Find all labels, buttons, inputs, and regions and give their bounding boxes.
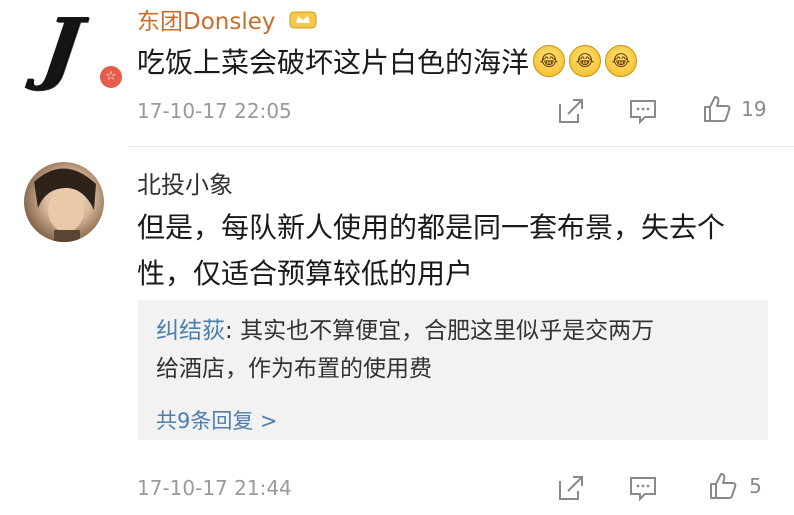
reply-line: 纠结荻: 其实也不算便宜，合肥这里似乎是交两万 [156, 312, 654, 350]
avatar[interactable]: J ☆ [14, 2, 124, 96]
share-button[interactable] [556, 96, 586, 130]
share-icon [559, 476, 583, 500]
share-icon [559, 99, 583, 123]
avatar[interactable] [24, 162, 104, 242]
like-count: 5 [749, 474, 762, 498]
share-button[interactable] [556, 473, 586, 507]
username-text: 东团Donsley [137, 9, 276, 35]
reply-author[interactable]: 纠结荻 [156, 318, 225, 344]
comment-body: 但是，每队新人使用的都是同一套布景，失去个 性，仅适合预算较低的用户 [137, 205, 725, 297]
crown-icon [289, 10, 317, 36]
thumbs-up-icon [704, 96, 731, 122]
username[interactable]: 东团Donsley [137, 2, 317, 36]
comment-icon [630, 100, 656, 125]
like-count: 19 [741, 97, 767, 121]
avatar-letter: J [36, 2, 86, 93]
like-button[interactable]: 5 [708, 471, 762, 501]
reply-preview[interactable]: 纠结荻: 其实也不算便宜，合肥这里似乎是交两万 给酒店，作为布置的使用费 共9条… [138, 300, 768, 440]
comment-text-line: 但是，每队新人使用的都是同一套布景，失去个 [137, 211, 726, 244]
comment-text-line: 性，仅适合预算较低的用户 [137, 257, 474, 290]
username[interactable]: 北投小象 [137, 165, 233, 200]
timestamp: 17-10-17 21:44 [137, 476, 292, 500]
comment-button[interactable] [628, 473, 658, 507]
comment-button[interactable] [628, 96, 658, 130]
divider [128, 146, 794, 147]
reply-text: 其实也不算便宜，合肥这里似乎是交两万 [240, 318, 655, 344]
comment-text: 吃饭上菜会破坏这片白色的海洋 [137, 46, 530, 79]
thumbs-up-icon [710, 473, 737, 499]
laugh-cry-emoji-icon: 😂 [569, 45, 602, 77]
verified-badge-icon: ☆ [98, 64, 124, 90]
more-replies-link[interactable]: 共9条回复 > [156, 405, 278, 435]
like-button[interactable]: 19 [702, 94, 767, 124]
avatar-photo [34, 168, 96, 242]
comment-body: 吃饭上菜会破坏这片白色的海洋 😂 😂 😂 [137, 40, 638, 86]
timestamp: 17-10-17 22:05 [137, 99, 292, 123]
reply-separator: : [225, 318, 241, 344]
laugh-cry-emoji-icon: 😂 [605, 45, 638, 77]
laugh-cry-emoji-icon: 😂 [533, 45, 566, 77]
reply-content: 纠结荻: 其实也不算便宜，合肥这里似乎是交两万 给酒店，作为布置的使用费 [156, 312, 654, 388]
reply-line: 给酒店，作为布置的使用费 [156, 356, 432, 382]
comment-icon [630, 477, 656, 502]
